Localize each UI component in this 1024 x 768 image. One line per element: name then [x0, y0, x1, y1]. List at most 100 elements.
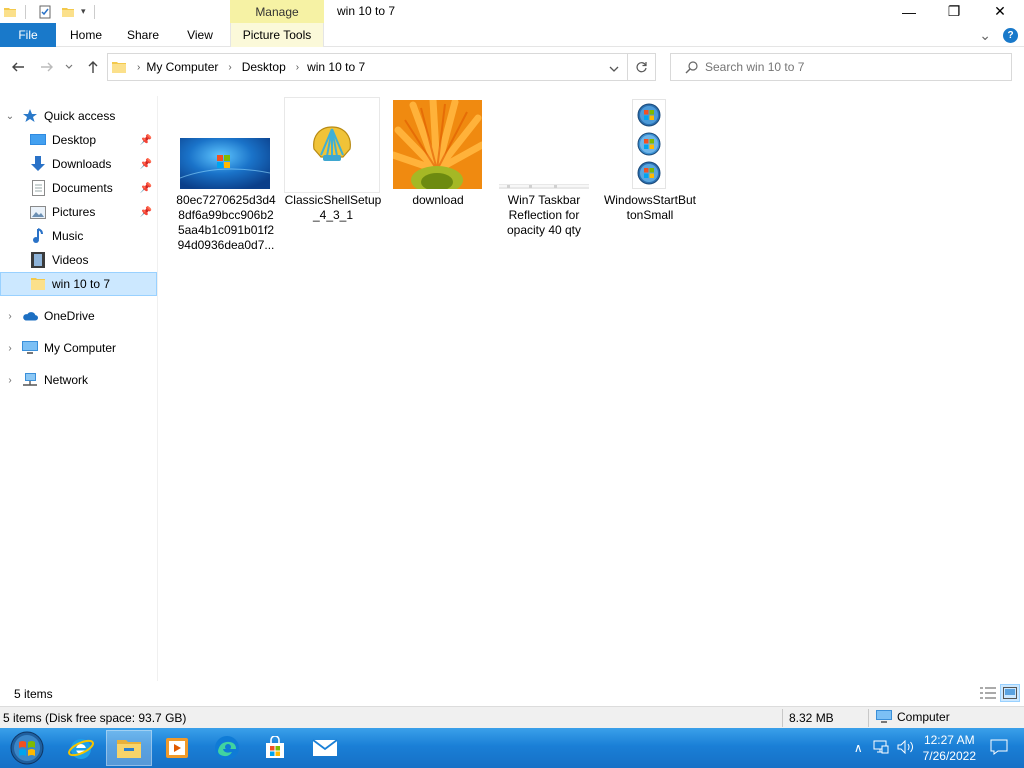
breadcrumb-current-folder[interactable]: win 10 to 7	[307, 60, 365, 74]
documents-icon	[30, 180, 46, 196]
nav-item-music[interactable]: Music	[0, 224, 157, 248]
nav-item-pictures[interactable]: Pictures 📌	[0, 200, 157, 224]
mail-icon	[312, 739, 338, 756]
new-folder-icon[interactable]	[61, 5, 75, 19]
nav-label: Network	[44, 373, 89, 387]
nav-network[interactable]: › Network	[0, 368, 157, 392]
refresh-button[interactable]	[628, 53, 656, 81]
manage-context-tab[interactable]: Manage	[230, 0, 324, 23]
nav-item-desktop[interactable]: Desktop 📌	[0, 128, 157, 152]
file-name: download	[388, 193, 488, 208]
quick-access-toolbar: ▾	[0, 0, 95, 23]
status-bar: 5 items (Disk free space: 93.7 GB) 8.32 …	[0, 706, 1024, 728]
desktop-icon	[30, 132, 46, 148]
store-icon	[266, 736, 284, 758]
large-icons-view-button[interactable]	[1000, 684, 1020, 702]
zone-indicator: Computer	[876, 710, 950, 724]
address-bar[interactable]: › My Computer › Desktop › win 10 to 7	[107, 53, 628, 81]
shell-icon	[313, 126, 351, 161]
file-thumbnail	[499, 184, 589, 189]
nav-label: win 10 to 7	[52, 277, 111, 291]
search-input[interactable]	[705, 60, 1005, 74]
chevron-right-icon[interactable]: ›	[3, 375, 17, 386]
edge-icon	[215, 736, 239, 760]
pin-icon[interactable]: 📌	[140, 135, 152, 146]
back-icon[interactable]	[8, 57, 28, 77]
chevron-right-icon[interactable]: ›	[3, 343, 17, 354]
nav-item-videos[interactable]: Videos	[0, 248, 157, 272]
file-name-line: 94d0936dea0d7...	[177, 238, 275, 252]
nav-my-computer[interactable]: › My Computer	[0, 336, 157, 360]
address-dropdown-icon[interactable]	[609, 62, 619, 76]
system-tray: ∧ 12:27 AM 7/26/2022	[854, 728, 1024, 768]
breadcrumb-my-computer[interactable]: My Computer	[146, 60, 218, 74]
tab-share[interactable]: Share	[114, 23, 172, 47]
help-icon[interactable]: ?	[1003, 28, 1018, 43]
details-view-icon	[980, 687, 996, 699]
windows-orb-icon	[637, 161, 661, 185]
internet-explorer-icon	[68, 739, 94, 759]
notifications-icon[interactable]	[990, 739, 1008, 758]
clock[interactable]: 12:27 AM 7/26/2022	[923, 732, 976, 764]
film-icon	[30, 252, 46, 268]
star-icon	[22, 108, 38, 124]
nav-item-win-10-to-7[interactable]: win 10 to 7	[0, 272, 157, 296]
address-row: › My Computer › Desktop › win 10 to 7	[0, 48, 1024, 86]
clock-time: 12:27 AM	[923, 733, 975, 747]
nav-onedrive[interactable]: › OneDrive	[0, 304, 157, 328]
folder-icon	[4, 7, 16, 17]
file-name: 80ec7270625d3d4 8df6a99bcc906b2 5aa4b1c0…	[176, 193, 276, 253]
file-name-line: opacity 40 qty	[506, 223, 582, 237]
tab-picture-tools[interactable]: Picture Tools	[230, 23, 324, 47]
chevron-right-icon[interactable]: ›	[3, 311, 17, 322]
chevron-down-icon[interactable]: ⌄	[3, 111, 17, 122]
file-thumbnail	[180, 138, 270, 189]
pane-splitter[interactable]	[157, 96, 158, 681]
taskbar-microsoft-store[interactable]	[252, 730, 298, 766]
show-hidden-icons-icon[interactable]: ∧	[854, 741, 863, 755]
recent-locations-icon[interactable]	[62, 57, 76, 77]
nav-label: Music	[52, 229, 84, 243]
breadcrumb-separator-icon[interactable]: ›	[137, 62, 140, 73]
file-name-line: Reflection for	[508, 208, 580, 222]
nav-quick-access[interactable]: ⌄ Quick access	[0, 104, 157, 128]
taskbar-mail[interactable]	[302, 730, 348, 766]
volume-icon[interactable]	[897, 739, 915, 757]
details-view-button[interactable]	[978, 684, 998, 702]
tab-file[interactable]: File	[0, 23, 56, 47]
disk-free-space: 5 items (Disk free space: 93.7 GB)	[3, 711, 187, 725]
computer-icon	[22, 340, 38, 356]
tab-home[interactable]: Home	[58, 23, 114, 47]
close-button[interactable]: ✕	[977, 0, 1023, 23]
tab-view[interactable]: View	[172, 23, 228, 47]
minimize-button[interactable]: —	[886, 0, 932, 23]
taskbar-media-player[interactable]	[154, 730, 200, 766]
up-icon[interactable]	[83, 57, 103, 77]
nav-label: My Computer	[44, 341, 117, 355]
customize-qat-icon[interactable]: ▾	[81, 6, 86, 17]
pin-icon[interactable]: 📌	[140, 183, 152, 194]
breadcrumb-separator-icon[interactable]: ›	[296, 62, 299, 73]
network-status-icon[interactable]	[873, 740, 889, 757]
expand-ribbon-icon[interactable]: ⌄	[979, 27, 991, 44]
taskbar-file-explorer[interactable]	[106, 730, 152, 766]
taskbar-edge[interactable]	[204, 730, 250, 766]
pin-icon[interactable]: 📌	[140, 159, 152, 170]
start-button[interactable]	[4, 730, 50, 766]
breadcrumb-separator-icon[interactable]: ›	[228, 62, 231, 73]
properties-icon[interactable]	[38, 5, 52, 19]
music-note-icon	[30, 228, 46, 244]
computer-icon	[876, 710, 892, 723]
nav-label: Documents	[52, 181, 113, 195]
zone-label: Computer	[897, 710, 950, 724]
search-box[interactable]	[670, 53, 1012, 81]
breadcrumb-desktop[interactable]: Desktop	[242, 60, 286, 74]
forward-icon[interactable]	[37, 57, 57, 77]
maximize-button[interactable]: ❐	[931, 0, 977, 23]
file-name-line: 5aa4b1c091b01f2	[177, 223, 275, 237]
taskbar-internet-explorer[interactable]	[58, 730, 104, 766]
selection-size: 8.32 MB	[789, 711, 834, 725]
nav-item-downloads[interactable]: Downloads 📌	[0, 152, 157, 176]
nav-item-documents[interactable]: Documents 📌	[0, 176, 157, 200]
pin-icon[interactable]: 📌	[140, 207, 152, 218]
